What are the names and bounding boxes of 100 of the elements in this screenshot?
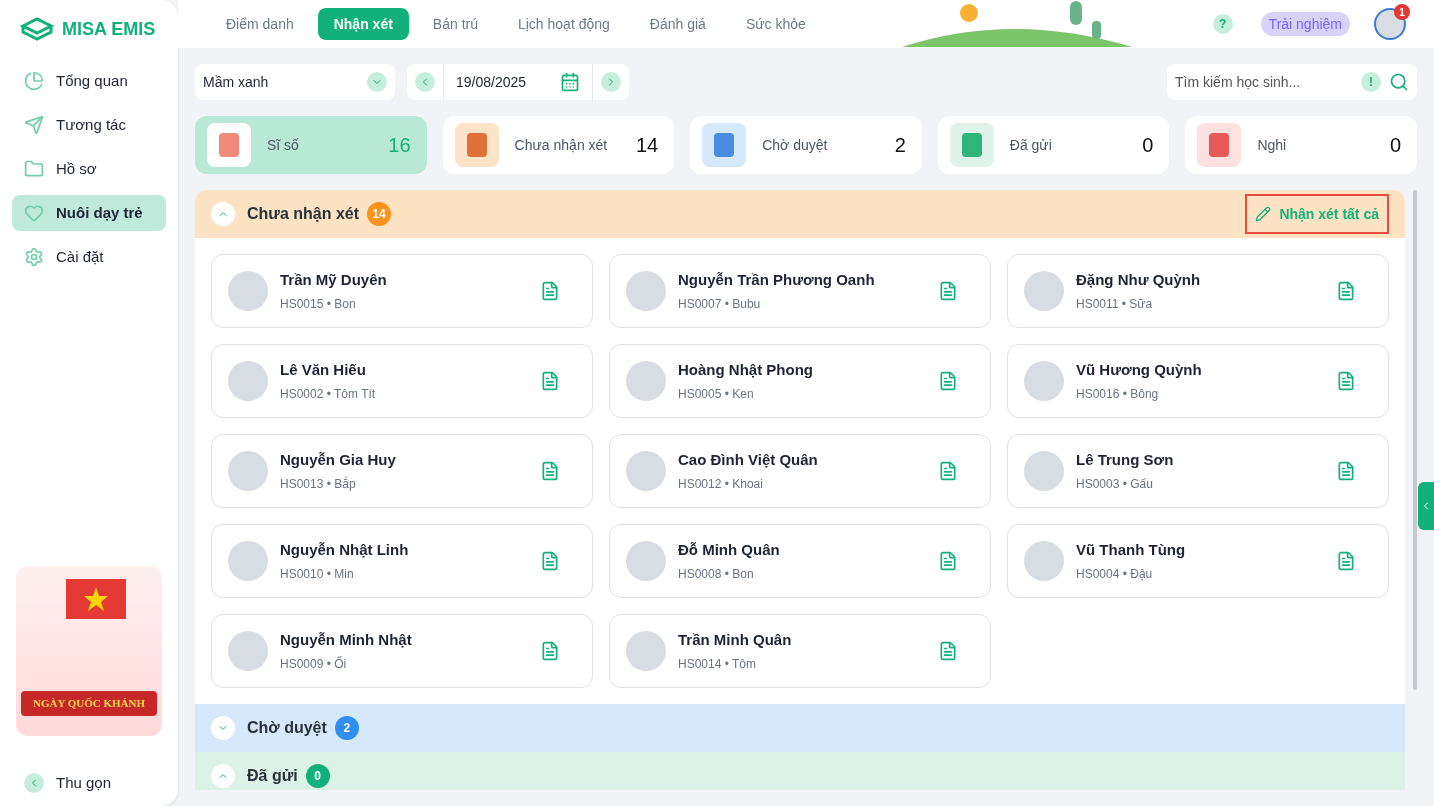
student-card[interactable]: Trần Minh Quân HS0014 • Tôm	[609, 614, 991, 688]
comment-icon[interactable]	[540, 371, 560, 391]
collapse-button[interactable]: Thu gọn	[0, 759, 178, 806]
stat-card[interactable]: Chờ duyệt 2	[690, 116, 922, 174]
user-avatar[interactable]	[1374, 8, 1406, 40]
avatar-photo-placeholder	[1024, 361, 1064, 401]
chevron-left-icon	[24, 772, 44, 793]
section-title: Chưa nhận xét	[247, 204, 360, 224]
avatar-photo-placeholder	[228, 271, 268, 311]
stat-value: 0	[1389, 133, 1401, 158]
search-icon[interactable]	[1389, 72, 1409, 92]
comment-icon[interactable]	[540, 551, 560, 571]
student-code: HS0016 • Bông	[1076, 386, 1160, 404]
student-card[interactable]: Nguyễn Nhật Linh HS0010 • Min	[211, 524, 593, 598]
student-code: HS0010 • Min	[280, 566, 355, 584]
banner-ribbon: NGÀY QUỐC KHÁNH	[20, 691, 157, 716]
plane-icon	[24, 115, 44, 135]
student-name: Lê Trung Sơn	[1076, 449, 1175, 470]
section-header[interactable]: Đã gửi 0	[195, 752, 1405, 790]
student-code: HS0012 • Khoai	[678, 476, 764, 494]
stat-card[interactable]: Sĩ số 16	[195, 116, 427, 174]
gear-icon	[24, 247, 44, 267]
student-card[interactable]: Nguyễn Gia Huy HS0013 • Bắp	[211, 434, 593, 508]
sidebar-item[interactable]: Tương tác	[12, 107, 166, 143]
student-card[interactable]: Cao Đình Việt Quân HS0012 • Khoai	[609, 434, 991, 508]
student-card[interactable]: Nguyễn Trần Phương Oanh HS0007 • Bubu	[609, 254, 991, 328]
stat-label: Chưa nhận xét	[514, 135, 609, 155]
student-card[interactable]: Đặng Như Quỳnh HS0011 • Sữa	[1007, 254, 1389, 328]
avatar-photo-placeholder	[1024, 451, 1064, 491]
student-card[interactable]: Nguyễn Minh Nhật HS0009 • Ối	[211, 614, 593, 688]
student-code: HS0011 • Sữa	[1076, 296, 1154, 314]
chevron-down-icon[interactable]	[211, 716, 235, 740]
stat-value: 0	[1142, 133, 1154, 158]
tab[interactable]: Lịch hoạt động	[501, 8, 626, 40]
student-card[interactable]: Đỗ Minh Quân HS0008 • Bon	[609, 524, 991, 598]
avatar-photo-placeholder	[626, 541, 666, 581]
student-code: HS0005 • Ken	[678, 386, 755, 404]
sidebar-item[interactable]: Hồ sơ	[12, 151, 166, 187]
comment-icon[interactable]	[1336, 461, 1356, 481]
stat-card[interactable]: Đã gửi 0	[937, 116, 1170, 174]
avatar-photo-placeholder	[1024, 271, 1064, 311]
student-card[interactable]: Lê Trung Sơn HS0003 • Gấu	[1007, 434, 1389, 508]
chevron-left-icon	[415, 72, 435, 92]
section-header[interactable]: Chờ duyệt 2	[195, 704, 1405, 752]
logo-icon	[20, 16, 54, 43]
stat-value: 16	[388, 133, 411, 158]
student-name: Lê Văn Hiếu	[280, 359, 367, 380]
student-name: Nguyễn Nhật Linh	[280, 539, 410, 560]
section-title: Chờ duyệt	[247, 718, 327, 738]
sidebar-item[interactable]: Tổng quan	[12, 63, 166, 99]
calendar-icon	[560, 72, 580, 92]
student-card[interactable]: Vũ Thanh Tùng HS0004 • Đậu	[1007, 524, 1389, 598]
student-card[interactable]: Vũ Hương Quỳnh HS0016 • Bông	[1007, 344, 1389, 418]
sidebar-item[interactable]: Nuôi dạy trẻ	[12, 195, 166, 231]
stat-label: Đã gửi	[1009, 135, 1053, 155]
pie-icon	[24, 71, 44, 91]
chevron-down-icon	[367, 72, 387, 92]
scrollbar[interactable]	[1413, 190, 1417, 690]
avatar-photo-placeholder	[228, 631, 268, 671]
folder-icon	[24, 159, 44, 179]
pencil-icon	[1255, 206, 1272, 222]
comment-icon[interactable]	[540, 461, 560, 481]
tab[interactable]: Đánh giá	[633, 8, 722, 40]
notification-badge: 1	[1394, 4, 1410, 20]
stat-label: Sĩ số	[267, 135, 300, 155]
student-name: Nguyễn Minh Nhật	[280, 629, 413, 650]
stat-label: Nghỉ	[1257, 135, 1288, 155]
student-code: HS0008 • Bon	[678, 566, 755, 584]
stat-card[interactable]: Chưa nhận xét 14	[442, 116, 675, 174]
chevron-right-icon	[601, 72, 621, 92]
comment-icon[interactable]	[938, 281, 958, 301]
class-select[interactable]: Mầm xanh	[195, 64, 395, 100]
stat-label: Chờ duyệt	[762, 135, 829, 155]
sidebar-item[interactable]: Cài đặt	[12, 239, 166, 275]
comment-icon[interactable]	[938, 641, 958, 661]
comment-icon[interactable]	[938, 371, 958, 391]
comment-icon[interactable]	[938, 461, 958, 481]
comment-icon[interactable]	[938, 551, 958, 571]
avatar-photo-placeholder	[228, 541, 268, 581]
student-name: Đặng Như Quỳnh	[1076, 269, 1202, 290]
stat-card[interactable]: Nghỉ 0	[1185, 116, 1417, 174]
student-code: HS0009 • Ối	[280, 655, 348, 674]
avatar-photo-placeholder	[1024, 541, 1064, 581]
student-code: HS0013 • Bắp	[280, 475, 357, 494]
comment-icon[interactable]	[540, 641, 560, 661]
tab[interactable]: Bán trú	[416, 8, 494, 40]
student-card[interactable]: Lê Văn Hiếu HS0002 • Tôm Tít	[211, 344, 593, 418]
tab[interactable]: Điểm danh	[210, 8, 310, 40]
side-panel-toggle[interactable]	[1418, 482, 1434, 530]
avatar-photo-placeholder	[228, 451, 268, 491]
student-card[interactable]: Trần Mỹ Duyên HS0015 • Bon	[211, 254, 593, 328]
student-name: Trần Minh Quân	[678, 629, 793, 650]
student-card[interactable]: Hoàng Nhật Phong HS0005 • Ken	[609, 344, 991, 418]
comment-icon[interactable]	[1336, 551, 1356, 571]
comment-icon[interactable]	[1336, 281, 1356, 301]
tab[interactable]: Sức khỏe	[729, 8, 822, 40]
comment-icon[interactable]	[540, 281, 560, 301]
count-badge: 14	[367, 202, 392, 226]
student-name: Đỗ Minh Quân	[678, 539, 781, 560]
comment-icon[interactable]	[1336, 371, 1356, 391]
